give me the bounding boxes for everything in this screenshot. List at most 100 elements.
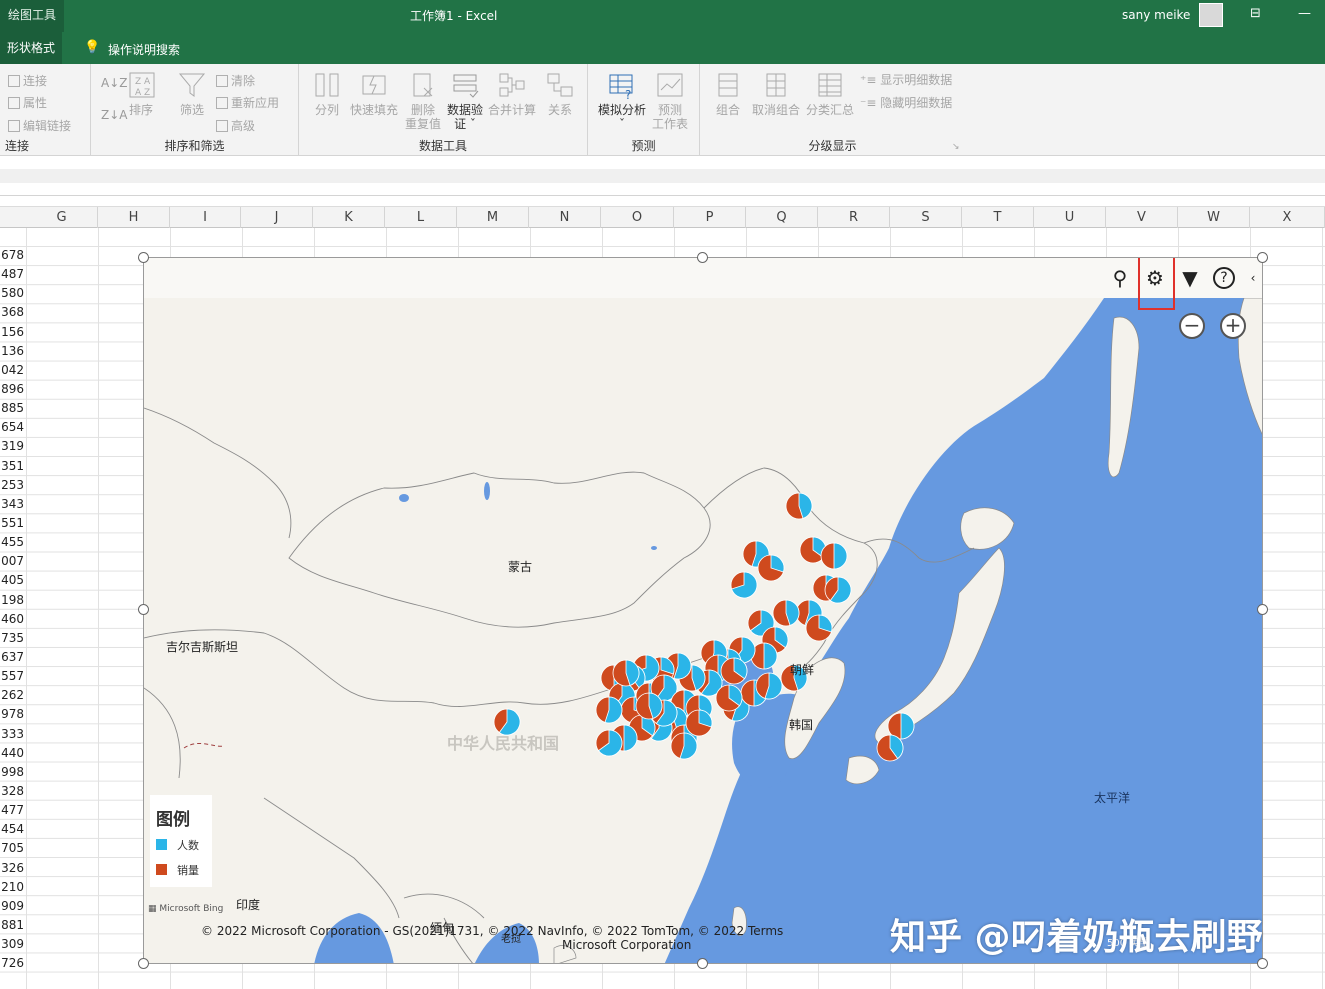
edit-links-button[interactable]: 编辑链接 bbox=[8, 117, 71, 134]
reapply-button[interactable]: 重新应用 bbox=[216, 94, 279, 111]
cell-value[interactable]: 551 bbox=[0, 514, 24, 533]
remove-duplicates-button[interactable]: 删除 重复值 bbox=[403, 70, 443, 131]
forecast-sheet-button[interactable]: 预测 工作表 bbox=[650, 70, 690, 131]
relationships-button[interactable]: 关系 bbox=[541, 70, 579, 117]
column-header-O[interactable]: O bbox=[601, 207, 674, 228]
column-header-T[interactable]: T bbox=[962, 207, 1034, 228]
pie-marker[interactable] bbox=[720, 657, 748, 685]
minimize-icon[interactable]: — bbox=[1298, 6, 1311, 21]
cell-value[interactable]: 007 bbox=[0, 552, 24, 571]
cell-value[interactable]: 454 bbox=[0, 820, 24, 839]
column-header-H[interactable]: H bbox=[98, 207, 170, 228]
column-header-R[interactable]: R bbox=[818, 207, 890, 228]
pie-marker[interactable] bbox=[715, 684, 743, 712]
pie-marker[interactable] bbox=[730, 571, 758, 599]
cell-value[interactable]: 309 bbox=[0, 935, 24, 954]
filter-button[interactable]: 筛选 bbox=[177, 70, 207, 117]
clear-button[interactable]: 清除 bbox=[216, 72, 255, 89]
column-header-X[interactable]: X bbox=[1250, 207, 1325, 228]
column-header-N[interactable]: N bbox=[529, 207, 601, 228]
resize-handle-w[interactable] bbox=[138, 604, 149, 615]
cell-value[interactable]: 333 bbox=[0, 725, 24, 744]
what-if-analysis-button[interactable]: ? 模拟分析 ˇ bbox=[596, 70, 648, 131]
column-header-J[interactable]: J bbox=[241, 207, 313, 228]
zoom-out-button[interactable]: − bbox=[1179, 313, 1205, 339]
cell-value[interactable]: 654 bbox=[0, 418, 24, 437]
advanced-button[interactable]: 高级 bbox=[216, 117, 255, 134]
map-pin-icon[interactable]: ⚲ bbox=[1108, 266, 1132, 290]
cell-value[interactable]: 487 bbox=[0, 265, 24, 284]
resize-handle-s[interactable] bbox=[697, 958, 708, 969]
pie-marker[interactable] bbox=[755, 672, 783, 700]
data-validation-button[interactable]: 数据验 证 ˇ bbox=[445, 70, 485, 131]
pie-marker[interactable] bbox=[757, 554, 785, 582]
cell-value[interactable]: 580 bbox=[0, 284, 24, 303]
pie-marker[interactable] bbox=[876, 734, 904, 762]
cell-value[interactable]: 909 bbox=[0, 897, 24, 916]
pie-marker[interactable] bbox=[670, 732, 698, 760]
column-header-S[interactable]: S bbox=[890, 207, 962, 228]
cell-value[interactable]: 156 bbox=[0, 323, 24, 342]
cell-value[interactable]: 042 bbox=[0, 361, 24, 380]
group-button[interactable]: 组合 bbox=[710, 70, 746, 117]
resize-handle-sw[interactable] bbox=[138, 958, 149, 969]
dialog-launcher-icon[interactable]: ↘ bbox=[952, 142, 960, 152]
consolidate-button[interactable]: 合并计算 bbox=[487, 70, 537, 117]
user-name[interactable]: sany meike bbox=[1122, 8, 1190, 22]
cell-value[interactable]: 210 bbox=[0, 878, 24, 897]
text-to-columns-button[interactable]: 分列 bbox=[311, 70, 343, 117]
cell-value[interactable]: 253 bbox=[0, 476, 24, 495]
subtotal-button[interactable]: 分类汇总 bbox=[804, 70, 856, 117]
show-detail-button[interactable]: ⁺≡ 显示明细数据 bbox=[860, 71, 952, 88]
pie-marker[interactable] bbox=[772, 599, 800, 627]
pie-marker[interactable] bbox=[635, 692, 663, 720]
cell-value[interactable]: 455 bbox=[0, 533, 24, 552]
column-header-I[interactable]: I bbox=[170, 207, 241, 228]
flash-fill-button[interactable]: 快速填充 bbox=[347, 70, 401, 117]
pie-marker[interactable] bbox=[805, 614, 833, 642]
cell-value[interactable]: 896 bbox=[0, 380, 24, 399]
hide-detail-button[interactable]: ⁻≡ 隐藏明细数据 bbox=[860, 94, 952, 111]
sort-asc-button[interactable]: A↓Z bbox=[101, 76, 127, 90]
cell-value[interactable]: 885 bbox=[0, 399, 24, 418]
cell-value[interactable]: 557 bbox=[0, 667, 24, 686]
cell-value[interactable]: 705 bbox=[0, 839, 24, 858]
resize-handle-n[interactable] bbox=[697, 252, 708, 263]
cell-value[interactable]: 328 bbox=[0, 782, 24, 801]
pie-marker[interactable] bbox=[785, 492, 813, 520]
cell-value[interactable]: 343 bbox=[0, 495, 24, 514]
cell-value[interactable]: 998 bbox=[0, 763, 24, 782]
cell-value[interactable]: 198 bbox=[0, 591, 24, 610]
pie-marker[interactable] bbox=[612, 659, 640, 687]
cell-value[interactable]: 881 bbox=[0, 916, 24, 935]
column-header-K[interactable]: K bbox=[313, 207, 385, 228]
cell-value[interactable]: 726 bbox=[0, 954, 24, 973]
column-header-Q[interactable]: Q bbox=[746, 207, 818, 228]
resize-handle-e[interactable] bbox=[1257, 604, 1268, 615]
cell-value[interactable]: 637 bbox=[0, 648, 24, 667]
cell-value[interactable]: 319 bbox=[0, 437, 24, 456]
tab-shape-format[interactable]: 形状格式 bbox=[0, 32, 62, 64]
cell-value[interactable]: 460 bbox=[0, 610, 24, 629]
column-header-V[interactable]: V bbox=[1106, 207, 1178, 228]
resize-handle-ne[interactable] bbox=[1257, 252, 1268, 263]
pie-marker[interactable] bbox=[595, 696, 623, 724]
pie-marker[interactable] bbox=[824, 576, 852, 604]
tell-me-search[interactable]: 操作说明搜索 bbox=[108, 41, 180, 58]
cell-value[interactable]: 477 bbox=[0, 801, 24, 820]
pie-marker[interactable] bbox=[820, 542, 848, 570]
resize-handle-nw[interactable] bbox=[138, 252, 149, 263]
column-header-L[interactable]: L bbox=[385, 207, 457, 228]
column-header-W[interactable]: W bbox=[1178, 207, 1250, 228]
ribbon-display-options-icon[interactable]: ⊟ bbox=[1250, 6, 1261, 21]
cell-value[interactable]: 978 bbox=[0, 705, 24, 724]
pie-marker[interactable] bbox=[685, 709, 713, 737]
help-icon[interactable]: ? bbox=[1213, 267, 1235, 289]
cell-value[interactable]: 678 bbox=[0, 246, 24, 265]
cell-value[interactable]: 440 bbox=[0, 744, 24, 763]
column-header-P[interactable]: P bbox=[674, 207, 746, 228]
cell-value[interactable]: 405 bbox=[0, 571, 24, 590]
cell-value[interactable]: 326 bbox=[0, 859, 24, 878]
sort-desc-button[interactable]: Z↓A bbox=[101, 108, 127, 122]
connections-button[interactable]: 连接 bbox=[8, 72, 47, 89]
